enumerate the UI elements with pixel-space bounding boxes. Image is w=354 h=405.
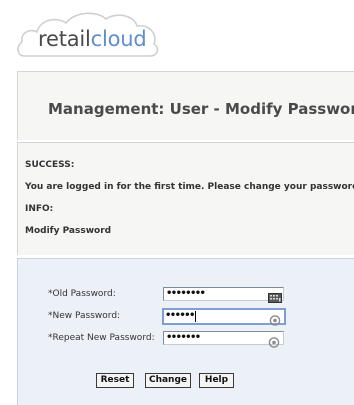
text-caret: [195, 311, 196, 322]
logo-cloud-text: cloud: [90, 27, 147, 51]
logo-wordmark: retailcloud: [38, 27, 147, 51]
info-heading: INFO:: [25, 204, 54, 214]
change-button[interactable]: Change: [145, 373, 191, 388]
success-heading: SUCCESS:: [25, 160, 75, 170]
old-password-label: *Old Password:: [48, 289, 116, 299]
page-title: Management: User - Modify Password: [48, 100, 354, 118]
new-password-value: ••••••: [165, 310, 195, 321]
info-message: Modify Password: [25, 226, 112, 236]
keyboard-icon[interactable]: [268, 289, 282, 303]
title-panel: Management: User - Modify Password: [17, 71, 354, 140]
new-password-label: *New Password:: [48, 311, 121, 321]
password-reveal-icon[interactable]: [268, 333, 280, 348]
reset-button[interactable]: Reset: [96, 373, 134, 388]
success-message: You are logged in for the first time. Pl…: [25, 182, 354, 192]
new-password-field[interactable]: ••••••: [162, 308, 286, 326]
messages-panel: SUCCESS: You are logged in for the first…: [17, 142, 354, 255]
password-form: *Old Password: •••••••• *New Password: •…: [17, 258, 354, 405]
repeat-password-label: *Repeat New Password:: [48, 333, 155, 343]
help-button[interactable]: Help: [199, 373, 234, 388]
repeat-password-value: •••••••: [166, 332, 201, 343]
logo-retail-text: retail: [38, 27, 91, 51]
retailcloud-logo: retailcloud: [16, 6, 162, 64]
password-reveal-icon[interactable]: [269, 311, 281, 326]
old-password-field[interactable]: ••••••••: [163, 287, 284, 303]
old-password-value: ••••••••: [166, 288, 206, 299]
repeat-password-field[interactable]: •••••••: [163, 331, 284, 348]
